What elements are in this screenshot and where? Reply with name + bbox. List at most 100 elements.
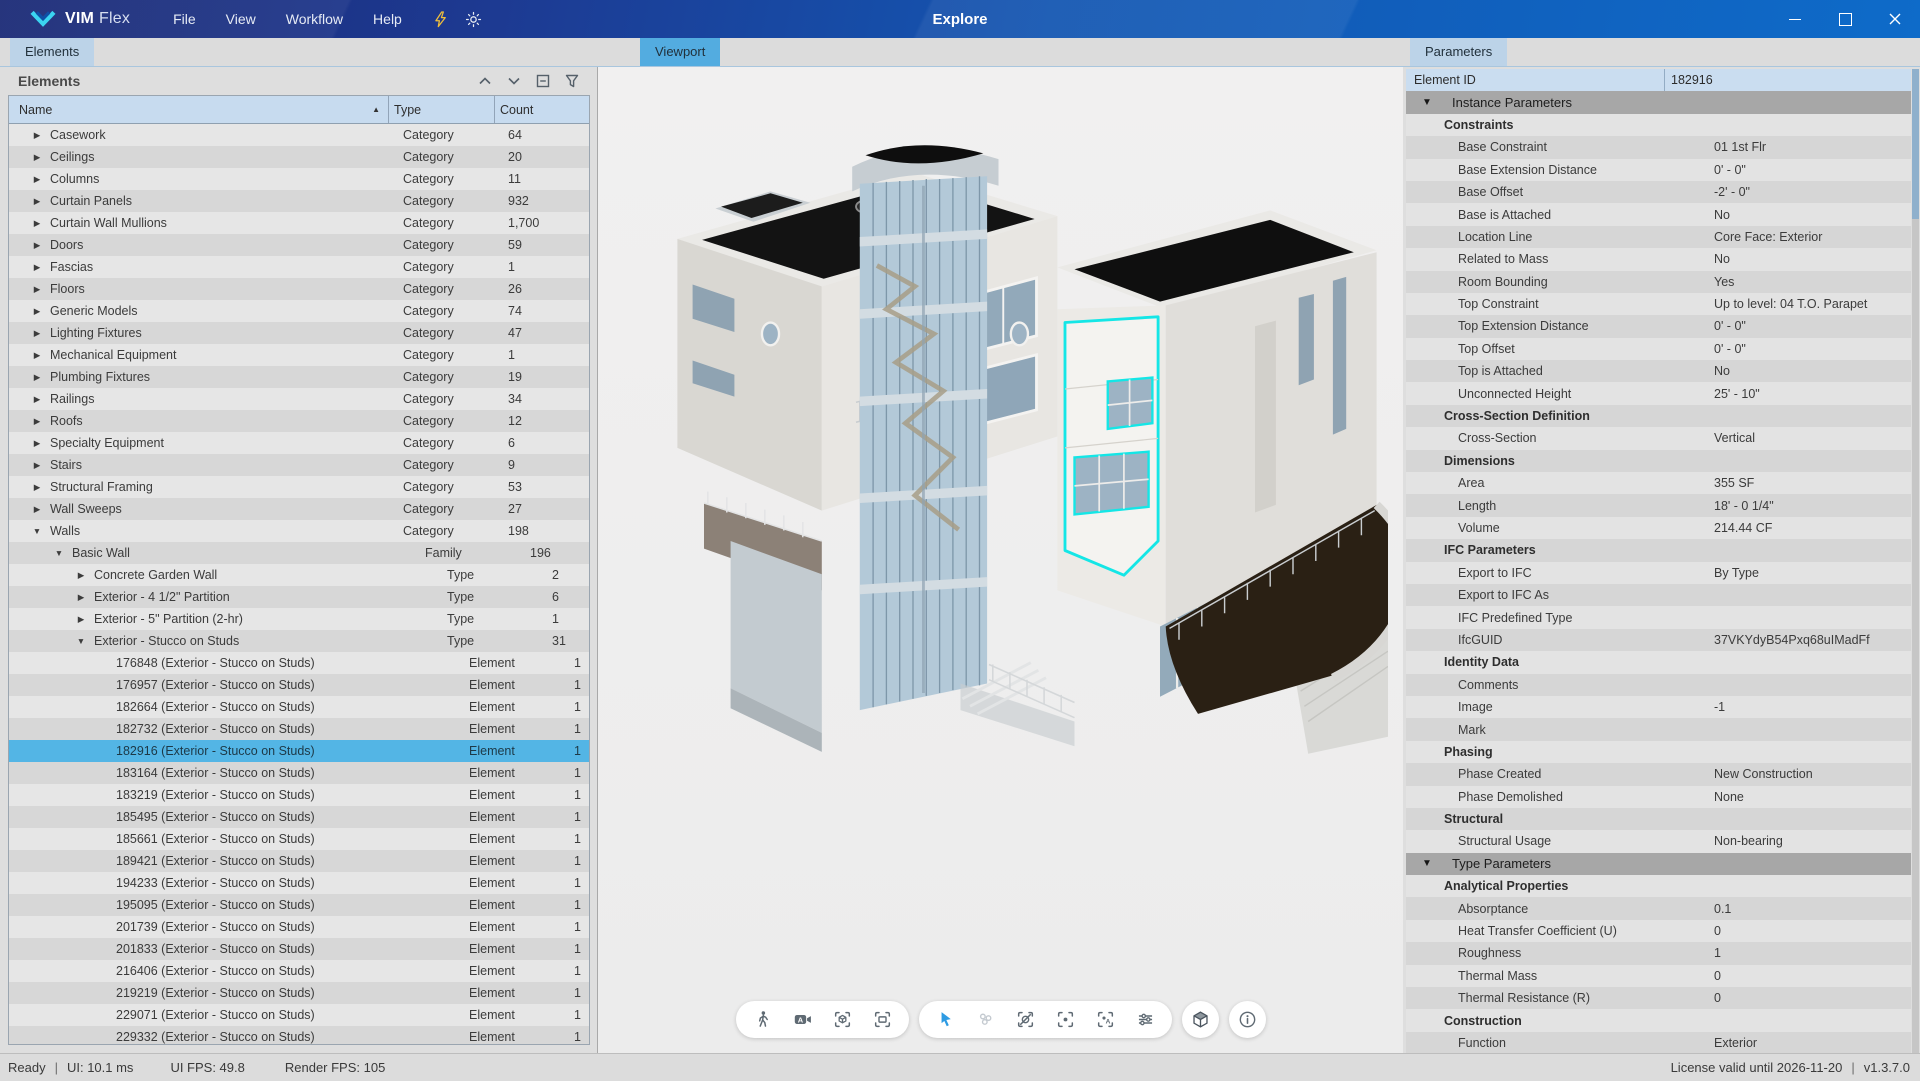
brightness-sun-icon[interactable] [464, 10, 483, 29]
expand-arrow-icon[interactable]: ▶ [29, 174, 45, 185]
parameter-row[interactable]: IfcGUID37VKYdyB54Pxq68uIMadFf [1406, 629, 1911, 651]
expand-arrow-icon[interactable]: ▶ [29, 152, 45, 163]
3d-building-model[interactable] [628, 77, 1388, 777]
scrollbar-thumb[interactable] [1912, 69, 1919, 219]
parameter-row[interactable]: Unconnected Height25' - 10" [1406, 382, 1911, 404]
filter-icon[interactable] [561, 70, 583, 92]
parameter-row[interactable]: Base Extension Distance0' - 0" [1406, 159, 1911, 181]
collapse-all-icon[interactable] [532, 70, 554, 92]
parameter-row[interactable]: Length18' - 0 1/4" [1406, 494, 1911, 516]
tree-row[interactable]: ▶CaseworkCategory64 [9, 124, 589, 146]
parameter-row[interactable]: IFC Predefined Type [1406, 606, 1911, 628]
expand-arrow-icon[interactable]: ▶ [29, 482, 45, 493]
menu-file[interactable]: File [158, 0, 211, 38]
parameter-row[interactable]: Top is AttachedNo [1406, 360, 1911, 382]
expand-arrow-icon[interactable]: ▶ [29, 284, 45, 295]
tree-row[interactable]: ▶Exterior - 4 1/2" PartitionType6 [9, 586, 589, 608]
parameter-row[interactable]: Comments [1406, 674, 1911, 696]
minimize-button[interactable] [1770, 0, 1820, 38]
parameter-row[interactable]: Location LineCore Face: Exterior [1406, 226, 1911, 248]
element-row[interactable]: ▶185661 (Exterior - Stucco on Studs)Elem… [9, 828, 589, 850]
expand-arrow-icon[interactable]: ▶ [29, 240, 45, 251]
frame-object-icon[interactable] [832, 1009, 853, 1030]
tree-row[interactable]: ▶StairsCategory9 [9, 454, 589, 476]
tab-viewport[interactable]: Viewport [640, 38, 720, 66]
group-select-icon[interactable] [975, 1009, 996, 1030]
parameter-row[interactable]: FunctionExterior [1406, 1032, 1911, 1053]
parameter-row[interactable]: Thermal Resistance (R)0 [1406, 987, 1911, 1009]
tree-row[interactable]: ▶Plumbing FixturesCategory19 [9, 366, 589, 388]
parameter-row[interactable]: Export to IFC As [1406, 584, 1911, 606]
move-down-icon[interactable] [503, 70, 525, 92]
expand-arrow-icon[interactable]: ▶ [73, 570, 89, 581]
element-row[interactable]: ▶201833 (Exterior - Stucco on Studs)Elem… [9, 938, 589, 960]
tree-row[interactable]: ▶FasciasCategory1 [9, 256, 589, 278]
parameter-row[interactable]: Top ConstraintUp to level: 04 T.O. Parap… [1406, 293, 1911, 315]
maximize-button[interactable] [1820, 0, 1870, 38]
tree-row[interactable]: ▶Exterior - 5" Partition (2-hr)Type1 [9, 608, 589, 630]
tree-row[interactable]: ▶ColumnsCategory11 [9, 168, 589, 190]
collapse-arrow-icon[interactable]: ▼ [73, 636, 89, 646]
parameter-row[interactable]: Base Offset-2' - 0" [1406, 181, 1911, 203]
expand-arrow-icon[interactable]: ▶ [29, 504, 45, 515]
expand-arrow-icon[interactable]: ▶ [29, 372, 45, 383]
column-header-count[interactable]: Count [494, 96, 589, 123]
parameter-row[interactable]: Mark [1406, 718, 1911, 740]
collapse-arrow-icon[interactable]: ▼ [29, 526, 45, 536]
element-row[interactable]: ▶182916 (Exterior - Stucco on Studs)Elem… [9, 740, 589, 762]
element-row[interactable]: ▶229071 (Exterior - Stucco on Studs)Elem… [9, 1004, 589, 1026]
parameter-group-type-parameters[interactable]: ▼Type Parameters [1406, 853, 1911, 875]
tree-row[interactable]: ▶Lighting FixturesCategory47 [9, 322, 589, 344]
expand-arrow-icon[interactable]: ▶ [29, 460, 45, 471]
element-row[interactable]: ▶183219 (Exterior - Stucco on Studs)Elem… [9, 784, 589, 806]
element-row[interactable]: ▶219219 (Exterior - Stucco on Studs)Elem… [9, 982, 589, 1004]
element-row[interactable]: ▶176957 (Exterior - Stucco on Studs)Elem… [9, 674, 589, 696]
tree-row[interactable]: ▼Basic WallFamily196 [9, 542, 589, 564]
parameter-row[interactable]: Top Extension Distance0' - 0" [1406, 315, 1911, 337]
parameter-row[interactable]: Base is AttachedNo [1406, 203, 1911, 225]
walk-icon[interactable] [752, 1009, 773, 1030]
tree-row[interactable]: ▶RailingsCategory34 [9, 388, 589, 410]
collapse-arrow-icon[interactable]: ▼ [51, 548, 67, 558]
element-row[interactable]: ▶176848 (Exterior - Stucco on Studs)Elem… [9, 652, 589, 674]
focus-icon[interactable] [1055, 1009, 1076, 1030]
parameter-row[interactable]: Structural UsageNon-bearing [1406, 830, 1911, 852]
parameter-row[interactable]: Thermal Mass0 [1406, 965, 1911, 987]
element-row[interactable]: ▶185495 (Exterior - Stucco on Studs)Elem… [9, 806, 589, 828]
expand-arrow-icon[interactable]: ▶ [29, 130, 45, 141]
tree-row[interactable]: ▶FloorsCategory26 [9, 278, 589, 300]
element-row[interactable]: ▶201739 (Exterior - Stucco on Studs)Elem… [9, 916, 589, 938]
element-row[interactable]: ▶194233 (Exterior - Stucco on Studs)Elem… [9, 872, 589, 894]
frame-all-icon[interactable] [872, 1009, 893, 1030]
parameter-row[interactable]: Cross-SectionVertical [1406, 427, 1911, 449]
tree-row[interactable]: ▶Mechanical EquipmentCategory1 [9, 344, 589, 366]
tree-row[interactable]: ▶CeilingsCategory20 [9, 146, 589, 168]
tree-row[interactable]: ▶RoofsCategory12 [9, 410, 589, 432]
collapse-arrow-icon[interactable]: ▼ [1422, 858, 1440, 869]
collapse-arrow-icon[interactable]: ▼ [1422, 97, 1440, 108]
parameter-row[interactable]: Roughness1 [1406, 942, 1911, 964]
orbit-disabled-icon[interactable] [1015, 1009, 1036, 1030]
expand-arrow-icon[interactable]: ▶ [29, 416, 45, 427]
parameter-row[interactable]: Phase CreatedNew Construction [1406, 763, 1911, 785]
expand-arrow-icon[interactable]: ▶ [29, 350, 45, 361]
expand-arrow-icon[interactable]: ▶ [29, 306, 45, 317]
menu-workflow[interactable]: Workflow [271, 0, 358, 38]
viewport-panel[interactable]: AA [598, 67, 1403, 1053]
info-icon[interactable] [1237, 1009, 1258, 1030]
tree-row[interactable]: ▶Structural FramingCategory53 [9, 476, 589, 498]
parameter-row[interactable]: Room BoundingYes [1406, 271, 1911, 293]
parameter-row[interactable]: Export to IFCBy Type [1406, 562, 1911, 584]
element-row[interactable]: ▶182732 (Exterior - Stucco on Studs)Elem… [9, 718, 589, 740]
lightning-bolt-icon[interactable] [431, 10, 450, 29]
tree-row[interactable]: ▼Exterior - Stucco on StudsType31 [9, 630, 589, 652]
expand-arrow-icon[interactable]: ▶ [29, 262, 45, 273]
expand-arrow-icon[interactable]: ▶ [29, 218, 45, 229]
section-box-icon[interactable] [1190, 1009, 1211, 1030]
expand-arrow-icon[interactable]: ▶ [29, 196, 45, 207]
select-cursor-icon[interactable] [935, 1009, 956, 1030]
tab-elements[interactable]: Elements [10, 38, 94, 66]
parameter-row[interactable]: Top Offset0' - 0" [1406, 338, 1911, 360]
column-header-name[interactable]: Name ▲ [9, 96, 388, 123]
tree-row[interactable]: ▶Concrete Garden WallType2 [9, 564, 589, 586]
